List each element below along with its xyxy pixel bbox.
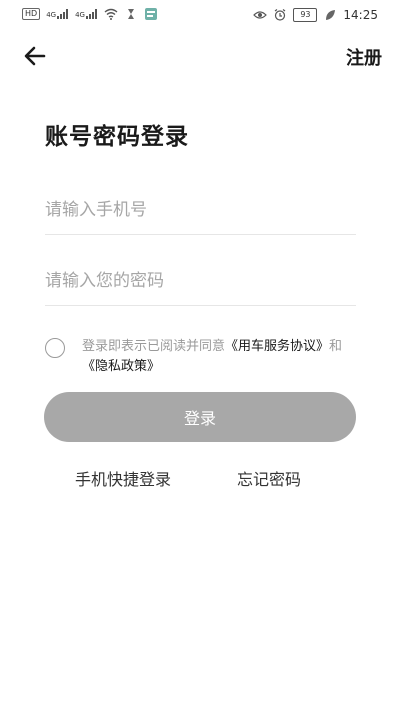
wifi-icon: [104, 8, 118, 20]
quick-login-link[interactable]: 手机快捷登录: [75, 466, 171, 490]
hourglass-icon: [127, 9, 134, 19]
battery-icon: 93: [293, 8, 318, 22]
hd-indicator: HD: [22, 8, 41, 20]
password-field[interactable]: [45, 257, 356, 306]
alarm-icon: [275, 9, 286, 21]
leaf-icon: [326, 10, 336, 20]
forgot-password-link[interactable]: 忘记密码: [237, 466, 301, 490]
status-bar: HD 4G 4G 93 14:25: [0, 0, 400, 32]
sim1-signal-icon: 4G: [46, 9, 69, 19]
password-input[interactable]: [45, 257, 356, 305]
app-notification-icon: [144, 8, 157, 20]
back-arrow-icon: [24, 46, 46, 66]
sim2-signal-icon: 4G: [75, 9, 98, 19]
status-right: 93 14:25: [253, 8, 378, 22]
phone-field[interactable]: [45, 186, 356, 235]
status-left: HD 4G 4G: [22, 8, 158, 20]
page-title: 账号密码登录: [45, 124, 189, 150]
agreement-text: 登录即表示已阅读并同意《用车服务协议》和《隐私政策》: [82, 337, 367, 377]
back-button[interactable]: [22, 42, 50, 70]
agreement-prefix: 登录即表示已阅读并同意: [82, 339, 226, 354]
agreement-conjunction: 和: [329, 339, 343, 354]
register-link[interactable]: 注册: [346, 44, 382, 70]
eye-icon: [253, 11, 268, 19]
agreement-checkbox[interactable]: [45, 338, 65, 358]
status-time: 14:25: [343, 8, 378, 22]
phone-input[interactable]: [45, 186, 356, 234]
service-agreement-link[interactable]: 《用车服务协议》: [225, 339, 329, 354]
privacy-policy-link[interactable]: 《隐私政策》: [82, 359, 160, 374]
login-button[interactable]: 登录: [44, 392, 356, 442]
